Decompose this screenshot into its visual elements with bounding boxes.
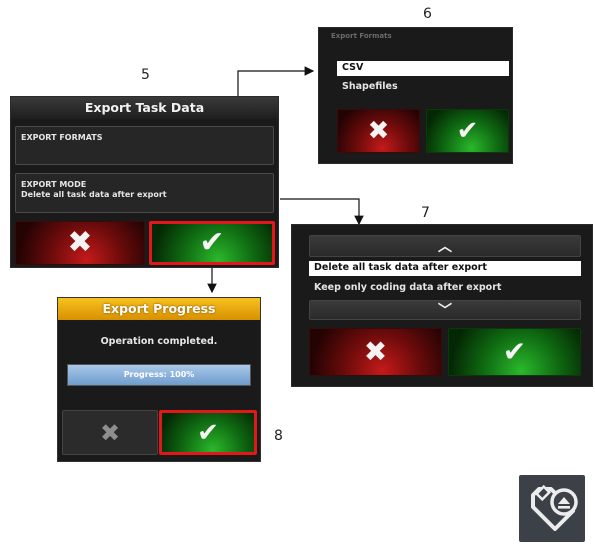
usb-tag-eject-icon bbox=[531, 484, 578, 531]
export-task-data-panel: Export Task Data EXPORT FORMATS EXPORT M… bbox=[10, 96, 279, 268]
format-option-shapefiles[interactable]: Shapefiles bbox=[337, 80, 509, 95]
export-mode-field[interactable]: EXPORT MODE Delete all task data after e… bbox=[15, 173, 274, 213]
progress-text: Progress: 100% bbox=[123, 370, 195, 379]
progress-bar: Progress: 100% bbox=[67, 364, 251, 386]
mode-option-delete[interactable]: Delete all task data after export bbox=[309, 261, 581, 276]
export-formats-label: EXPORT FORMATS bbox=[21, 133, 103, 142]
scroll-up-button[interactable]: ︿ bbox=[309, 235, 581, 257]
mode-option-keep[interactable]: Keep only coding data after export bbox=[309, 281, 581, 296]
step-number-7: 7 bbox=[421, 205, 430, 221]
cancel-button[interactable]: ✖ bbox=[15, 221, 145, 265]
arrow-to-mode bbox=[280, 198, 364, 226]
export-formats-popup: Export Formats CSV Shapefiles ✖ ✔ bbox=[318, 27, 513, 164]
confirm-button[interactable]: ✔ bbox=[448, 328, 581, 376]
export-formats-field[interactable]: EXPORT FORMATS bbox=[15, 126, 274, 165]
chevron-down-icon: ﹀ bbox=[438, 303, 452, 319]
scroll-down-button[interactable]: ﹀ bbox=[309, 300, 581, 320]
status-message: Operation completed. bbox=[100, 336, 218, 347]
check-icon: ✔ bbox=[199, 225, 225, 260]
panel-title: Export Progress bbox=[58, 298, 260, 320]
check-icon: ✔ bbox=[197, 417, 219, 448]
export-mode-value: Delete all task data after export bbox=[21, 190, 167, 199]
format-option-csv[interactable]: CSV bbox=[337, 61, 509, 76]
export-mode-label: EXPORT MODE bbox=[21, 180, 87, 189]
step-number-8: 8 bbox=[274, 428, 283, 444]
confirm-button[interactable]: ✔ bbox=[159, 410, 257, 455]
x-icon: ✖ bbox=[367, 116, 390, 146]
confirm-button[interactable]: ✔ bbox=[149, 221, 275, 265]
cancel-button[interactable]: ✖ bbox=[337, 109, 420, 153]
device-icon-tile bbox=[519, 475, 585, 542]
x-icon: ✖ bbox=[67, 225, 93, 260]
step-number-6: 6 bbox=[423, 6, 432, 22]
chevron-up-icon: ︿ bbox=[438, 239, 452, 255]
x-icon: ✖ bbox=[363, 335, 388, 368]
check-icon: ✔ bbox=[502, 335, 527, 368]
x-icon: ✖ bbox=[99, 418, 121, 447]
export-mode-popup: ︿ Delete all task data after export Keep… bbox=[291, 224, 593, 387]
cancel-button[interactable]: ✖ bbox=[62, 410, 158, 455]
confirm-button[interactable]: ✔ bbox=[426, 109, 509, 153]
panel-title: Export Task Data bbox=[11, 97, 278, 119]
cancel-button[interactable]: ✖ bbox=[309, 328, 442, 376]
export-progress-panel: Export Progress Operation completed. Pro… bbox=[57, 297, 261, 462]
arrow-to-formats bbox=[237, 66, 315, 97]
popup-header: Export Formats bbox=[331, 32, 392, 40]
check-icon: ✔ bbox=[456, 116, 479, 146]
step-number-5: 5 bbox=[141, 67, 150, 83]
